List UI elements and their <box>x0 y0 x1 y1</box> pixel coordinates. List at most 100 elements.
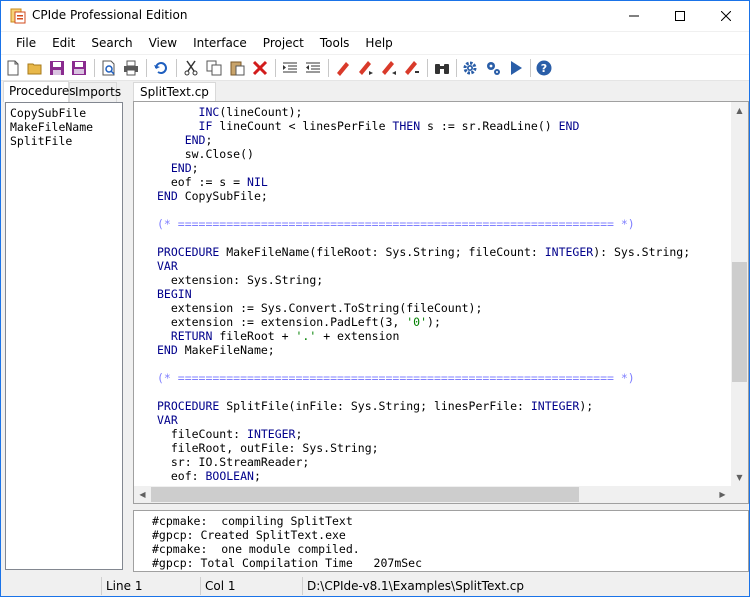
indent-button[interactable] <box>281 59 299 77</box>
cut-button[interactable] <box>182 59 200 77</box>
save-button[interactable] <box>48 59 66 77</box>
list-item[interactable]: MakeFileName <box>10 120 118 134</box>
tab-procedures[interactable]: Procedures <box>3 81 76 102</box>
window-title: CPIde Professional Edition <box>32 8 188 22</box>
list-item[interactable]: CopySubFile <box>10 106 118 120</box>
code-editor[interactable]: INC(lineCount); IF lineCount < linesPerF… <box>137 105 727 485</box>
delete-button[interactable] <box>251 59 269 77</box>
scroll-right-icon[interactable]: ▶ <box>714 486 731 503</box>
settings-button[interactable] <box>461 59 479 77</box>
save-all-button[interactable] <box>70 59 88 77</box>
output-line: #gpcp: Total Compilation Time 207mSec <box>152 556 423 570</box>
horizontal-scrollbar[interactable]: ◀ ▶ <box>134 486 731 503</box>
toolbar-separator <box>94 59 95 77</box>
toolbar-separator <box>328 59 329 77</box>
scroll-up-icon[interactable]: ▲ <box>731 102 748 119</box>
app-window: CPIde Professional Edition File Edit Sea… <box>0 0 750 597</box>
code-line: extension := extension.PadLeft(3, '0'); <box>157 315 441 329</box>
delete-icon <box>252 60 268 76</box>
output-line: #cpmake: one module compiled. <box>152 542 360 556</box>
code-line: eof: BOOLEAN; <box>157 469 261 483</box>
title-bar: CPIde Professional Edition <box>1 1 749 31</box>
menu-edit[interactable]: Edit <box>44 32 83 54</box>
toolbar-separator <box>456 59 457 77</box>
code-line: END CopySubFile; <box>157 189 268 203</box>
output-panel: #cpmake: compiling SplitText #gpcp: Crea… <box>133 510 749 572</box>
vertical-scroll-thumb[interactable] <box>732 262 747 382</box>
open-button[interactable] <box>26 59 44 77</box>
bookmark-clear-button[interactable] <box>403 59 421 77</box>
code-line: IF lineCount < linesPerFile THEN s := sr… <box>198 119 580 133</box>
toolbar: ? <box>1 55 749 81</box>
find-button[interactable] <box>433 59 451 77</box>
paste-icon <box>230 61 245 76</box>
code-line: BEGIN <box>157 287 192 301</box>
cut-icon <box>184 60 198 76</box>
outdent-icon <box>306 62 320 73</box>
toolbar-separator <box>146 59 147 77</box>
outdent-button[interactable] <box>304 59 322 77</box>
gears-icon <box>487 62 500 75</box>
bookmark-prev-button[interactable] <box>380 59 398 77</box>
code-line: END; <box>170 161 199 175</box>
horizontal-scroll-thumb[interactable] <box>151 487 579 502</box>
menu-interface[interactable]: Interface <box>185 32 255 54</box>
output-line: #cpmake: compiling SplitText <box>152 514 353 528</box>
open-folder-icon <box>27 63 42 75</box>
menu-file[interactable]: File <box>8 32 44 54</box>
menu-search[interactable]: Search <box>83 32 140 54</box>
code-line: END MakeFileName; <box>157 343 275 357</box>
run-button[interactable] <box>507 59 525 77</box>
new-file-icon <box>7 60 19 76</box>
help-icon: ? <box>536 60 552 76</box>
toolbar-separator <box>176 59 177 77</box>
menu-bar: File Edit Search View Interface Project … <box>1 32 749 54</box>
procedures-list: CopySubFile MakeFileName SplitFile <box>5 102 123 570</box>
scroll-down-icon[interactable]: ▼ <box>731 469 748 486</box>
bookmark-button[interactable] <box>334 59 352 77</box>
copy-button[interactable] <box>205 59 223 77</box>
maximize-button[interactable] <box>657 1 703 31</box>
print-preview-button[interactable] <box>100 59 118 77</box>
play-icon <box>511 61 522 75</box>
menu-tools[interactable]: Tools <box>312 32 358 54</box>
code-line: sr: IO.StreamReader; <box>157 455 310 469</box>
tab-splittext[interactable]: SplitText.cp <box>133 82 216 102</box>
copy-icon <box>206 60 222 76</box>
scrollbar-corner <box>731 486 748 503</box>
menu-view[interactable]: View <box>141 32 185 54</box>
save-all-icon <box>72 61 86 75</box>
code-line: sw.Close() <box>157 147 254 161</box>
code-line: INC(lineCount); <box>198 105 303 119</box>
vertical-scrollbar[interactable]: ▲ ▼ <box>731 102 748 486</box>
list-item[interactable]: SplitFile <box>10 134 118 148</box>
code-line: END; <box>184 133 213 147</box>
new-file-button[interactable] <box>4 59 22 77</box>
build-button[interactable] <box>484 59 502 77</box>
save-icon <box>50 61 64 75</box>
undo-button[interactable] <box>152 59 170 77</box>
paste-button[interactable] <box>228 59 246 77</box>
code-line: extension := Sys.Convert.ToString(fileCo… <box>157 301 483 315</box>
status-file-path: D:\CPIde-v8.1\Examples\SplitText.cp <box>302 577 742 595</box>
output-line: #gpcp: Created SplitText.exe <box>152 528 346 542</box>
print-button[interactable] <box>122 59 140 77</box>
scroll-left-icon[interactable]: ◀ <box>134 486 151 503</box>
toolbar-separator <box>427 59 428 77</box>
status-col: Col 1 <box>200 577 300 595</box>
app-icon <box>10 8 26 24</box>
toolbar-separator <box>275 59 276 77</box>
menu-project[interactable]: Project <box>255 32 312 54</box>
tab-imports[interactable]: Imports <box>69 82 121 102</box>
code-line: PROCEDURE MakeFileName(fileRoot: Sys.Str… <box>157 245 691 259</box>
help-button[interactable]: ? <box>535 59 553 77</box>
svg-text:?: ? <box>541 62 547 75</box>
minimize-button[interactable] <box>611 1 657 31</box>
bookmark-next-button[interactable] <box>357 59 375 77</box>
status-bar: Line 1 Col 1 D:\CPIde-v8.1\Examples\Spli… <box>1 575 749 596</box>
code-line: VAR <box>157 259 178 273</box>
menu-help[interactable]: Help <box>357 32 400 54</box>
close-button[interactable] <box>703 1 749 31</box>
code-line: fileRoot, outFile: Sys.String; <box>157 441 379 455</box>
